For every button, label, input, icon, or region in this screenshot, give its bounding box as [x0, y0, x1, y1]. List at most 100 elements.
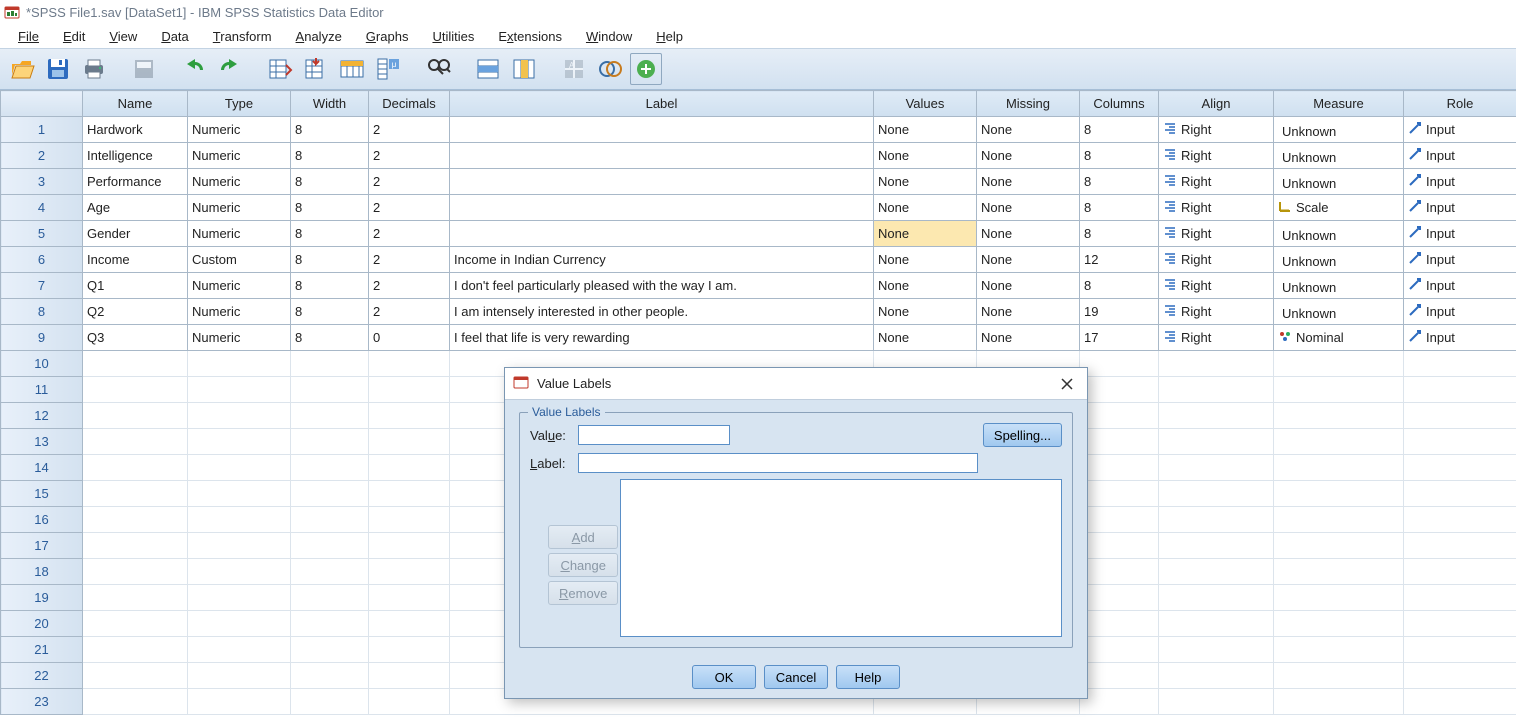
cell-type[interactable]: Numeric: [188, 299, 291, 325]
cell-missing[interactable]: None: [977, 169, 1080, 195]
cell-values[interactable]: None: [874, 195, 977, 221]
table-row[interactable]: 1HardworkNumeric82NoneNone8RightUnknownI…: [1, 117, 1516, 143]
empty-cell[interactable]: [369, 351, 450, 377]
empty-cell[interactable]: [83, 585, 188, 611]
empty-cell[interactable]: [369, 403, 450, 429]
cell-role[interactable]: Input: [1404, 221, 1516, 247]
cell-decimals[interactable]: 2: [369, 143, 450, 169]
cell-name[interactable]: Q2: [83, 299, 188, 325]
cell-label[interactable]: [450, 221, 874, 247]
table-row[interactable]: 5GenderNumeric82NoneNone8RightUnknownInp…: [1, 221, 1516, 247]
empty-cell[interactable]: [1159, 507, 1274, 533]
row-number[interactable]: 5: [1, 221, 83, 247]
empty-cell[interactable]: [83, 611, 188, 637]
variables-icon[interactable]: [336, 53, 368, 85]
empty-cell[interactable]: [1159, 533, 1274, 559]
cell-name[interactable]: Age: [83, 195, 188, 221]
empty-cell[interactable]: [1274, 663, 1404, 689]
menu-help[interactable]: Help: [644, 27, 695, 46]
row-number[interactable]: 7: [1, 273, 83, 299]
empty-cell[interactable]: [1274, 377, 1404, 403]
empty-cell[interactable]: [1080, 455, 1159, 481]
row-number[interactable]: 10: [1, 351, 83, 377]
row-number[interactable]: 17: [1, 533, 83, 559]
empty-cell[interactable]: [83, 481, 188, 507]
menu-file[interactable]: File: [6, 27, 51, 46]
empty-cell[interactable]: [1404, 351, 1516, 377]
value-input[interactable]: [578, 425, 730, 445]
cancel-button[interactable]: Cancel: [764, 665, 828, 689]
empty-cell[interactable]: [1080, 377, 1159, 403]
cell-align[interactable]: Right: [1159, 325, 1274, 351]
cell-missing[interactable]: None: [977, 273, 1080, 299]
empty-cell[interactable]: [291, 663, 369, 689]
cell-label[interactable]: I feel that life is very rewarding: [450, 325, 874, 351]
cell-width[interactable]: 8: [291, 143, 369, 169]
empty-cell[interactable]: [188, 663, 291, 689]
empty-cell[interactable]: [188, 585, 291, 611]
empty-cell[interactable]: [83, 559, 188, 585]
empty-cell[interactable]: [1274, 533, 1404, 559]
cell-role[interactable]: Input: [1404, 247, 1516, 273]
cell-role[interactable]: Input: [1404, 117, 1516, 143]
cell-align[interactable]: Right: [1159, 247, 1274, 273]
empty-cell[interactable]: [188, 455, 291, 481]
empty-cell[interactable]: [1404, 429, 1516, 455]
empty-cell[interactable]: [1080, 559, 1159, 585]
empty-cell[interactable]: [83, 507, 188, 533]
cell-values[interactable]: None: [874, 169, 977, 195]
empty-cell[interactable]: [291, 533, 369, 559]
empty-cell[interactable]: [1080, 351, 1159, 377]
help-button[interactable]: Help: [836, 665, 900, 689]
row-number[interactable]: 16: [1, 507, 83, 533]
select-cases-icon[interactable]: [630, 53, 662, 85]
empty-cell[interactable]: [188, 689, 291, 715]
cell-type[interactable]: Numeric: [188, 117, 291, 143]
dialog-title-bar[interactable]: Value Labels: [505, 368, 1087, 400]
row-number[interactable]: 3: [1, 169, 83, 195]
cell-label[interactable]: [450, 143, 874, 169]
empty-cell[interactable]: [291, 637, 369, 663]
empty-cell[interactable]: [1274, 507, 1404, 533]
empty-cell[interactable]: [1159, 637, 1274, 663]
cell-name[interactable]: Gender: [83, 221, 188, 247]
cell-type[interactable]: Numeric: [188, 273, 291, 299]
row-number[interactable]: 9: [1, 325, 83, 351]
empty-cell[interactable]: [1404, 689, 1516, 715]
menu-data[interactable]: Data: [149, 27, 200, 46]
cell-measure[interactable]: Unknown: [1274, 221, 1404, 247]
cell-missing[interactable]: None: [977, 221, 1080, 247]
cell-name[interactable]: Intelligence: [83, 143, 188, 169]
empty-cell[interactable]: [1159, 663, 1274, 689]
table-row[interactable]: 8Q2Numeric82I am intensely interested in…: [1, 299, 1516, 325]
cell-role[interactable]: Input: [1404, 325, 1516, 351]
cell-align[interactable]: Right: [1159, 169, 1274, 195]
empty-cell[interactable]: [188, 403, 291, 429]
empty-cell[interactable]: [1274, 481, 1404, 507]
change-button[interactable]: Change: [548, 553, 618, 577]
empty-cell[interactable]: [83, 663, 188, 689]
cell-measure[interactable]: Nominal: [1274, 325, 1404, 351]
table-row[interactable]: 6IncomeCustom82Income in Indian Currency…: [1, 247, 1516, 273]
cell-name[interactable]: Income: [83, 247, 188, 273]
empty-cell[interactable]: [188, 611, 291, 637]
table-row[interactable]: 3PerformanceNumeric82NoneNone8RightUnkno…: [1, 169, 1516, 195]
table-row[interactable]: 2IntelligenceNumeric82NoneNone8RightUnkn…: [1, 143, 1516, 169]
cell-missing[interactable]: None: [977, 143, 1080, 169]
empty-cell[interactable]: [1274, 585, 1404, 611]
cell-measure[interactable]: Unknown: [1274, 247, 1404, 273]
cell-label[interactable]: I am intensely interested in other peopl…: [450, 299, 874, 325]
grid-corner[interactable]: [1, 91, 83, 117]
empty-cell[interactable]: [1404, 455, 1516, 481]
cell-type[interactable]: Custom: [188, 247, 291, 273]
cell-values[interactable]: None: [874, 325, 977, 351]
empty-cell[interactable]: [1159, 403, 1274, 429]
empty-cell[interactable]: [1404, 585, 1516, 611]
cell-columns[interactable]: 8: [1080, 195, 1159, 221]
empty-cell[interactable]: [83, 533, 188, 559]
cell-width[interactable]: 8: [291, 273, 369, 299]
empty-cell[interactable]: [188, 533, 291, 559]
empty-cell[interactable]: [1080, 663, 1159, 689]
recall-dialog-icon[interactable]: [128, 53, 160, 85]
cell-align[interactable]: Right: [1159, 221, 1274, 247]
